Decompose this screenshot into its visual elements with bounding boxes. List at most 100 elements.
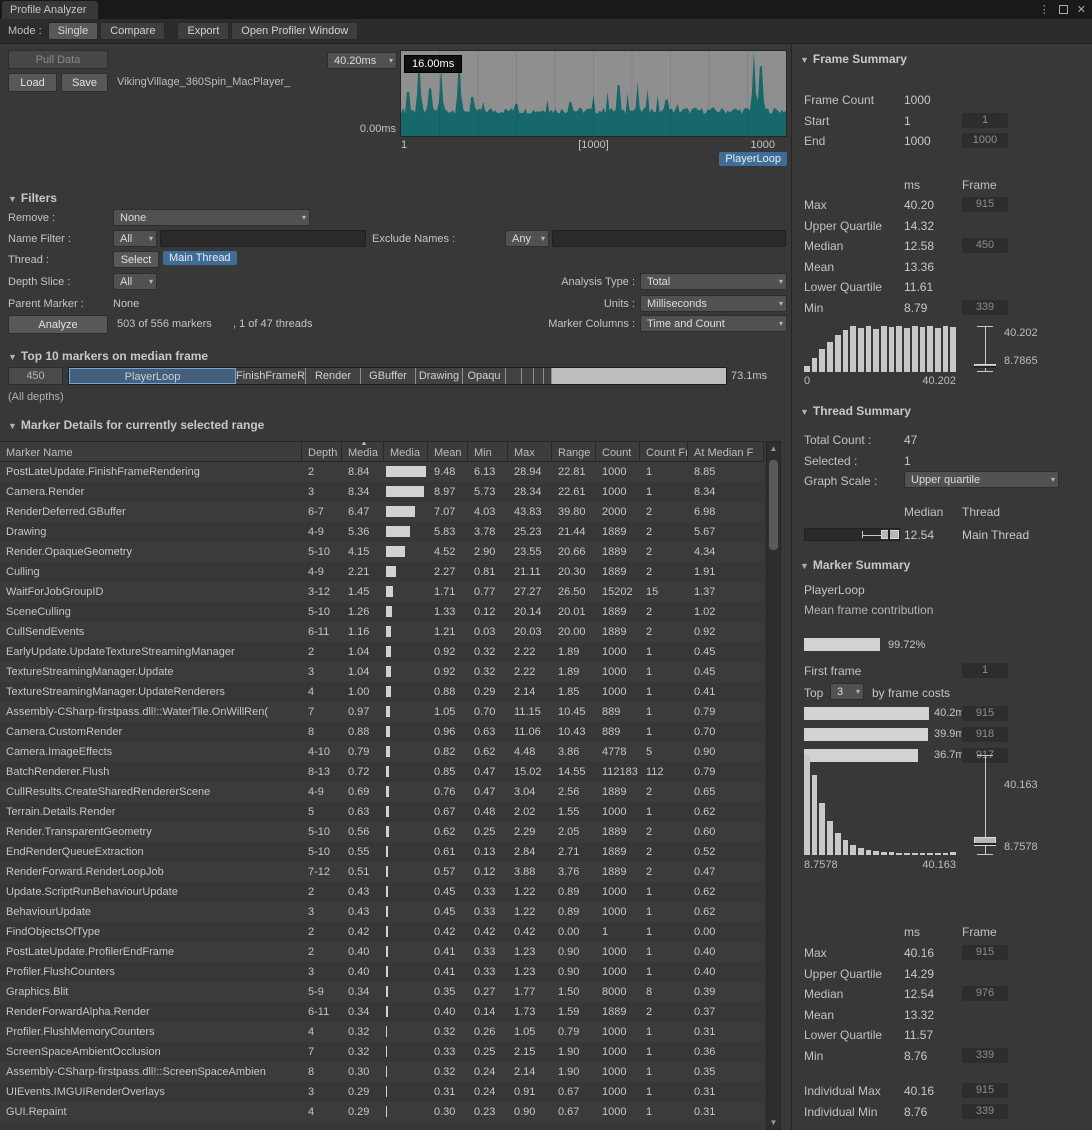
table-row[interactable]: CullSendEvents6-111.161.210.0320.0320.00… <box>0 622 764 642</box>
marker-summary-header[interactable]: ▼Marker Summary <box>800 558 910 572</box>
frame-link-button[interactable]: 1000 <box>962 133 1008 148</box>
table-row[interactable]: TextureStreamingManager.Update31.040.920… <box>0 662 764 682</box>
table-row[interactable]: Terrain.Details.Render50.630.670.482.021… <box>0 802 764 822</box>
top-marker-segment[interactable]: Drawing <box>416 368 463 384</box>
top-marker-segment[interactable]: FinishFrameR <box>236 368 306 384</box>
table-row[interactable]: BehaviourUpdate30.430.450.331.220.891000… <box>0 902 764 922</box>
mode-compare-button[interactable]: Compare <box>100 22 165 40</box>
frame-link-button[interactable]: 915 <box>962 1083 1008 1098</box>
table-row[interactable]: WaitForJobGroupID3-121.451.710.7727.2726… <box>0 582 764 602</box>
table-column-header[interactable]: Depth <box>302 442 342 461</box>
table-row[interactable]: Camera.CustomRender80.880.960.6311.0610.… <box>0 722 764 742</box>
thread-summary-header[interactable]: ▼Thread Summary <box>800 404 911 418</box>
load-button[interactable]: Load <box>8 73 57 92</box>
frame-summary-header[interactable]: ▼Frame Summary <box>800 52 907 66</box>
filters-header[interactable]: ▼Filters <box>8 191 57 205</box>
top-marker-segment[interactable] <box>544 368 552 384</box>
table-column-header[interactable]: Max <box>508 442 552 461</box>
thread-row[interactable]: 12.54 Main Thread <box>792 525 1092 545</box>
top-marker-segment[interactable] <box>506 368 522 384</box>
frame-link-button[interactable]: 918 <box>962 727 1008 742</box>
frame-link-button[interactable]: 915 <box>962 945 1008 960</box>
table-row[interactable]: Profiler.FlushMemoryCounters40.320.320.2… <box>0 1022 764 1042</box>
marker-columns-dropdown[interactable]: Time and Count <box>640 315 787 332</box>
table-row[interactable]: FindObjectsOfType20.420.420.420.420.0011… <box>0 922 764 942</box>
frame-link-button[interactable]: 339 <box>962 300 1008 315</box>
frame-link-button[interactable]: 339 <box>962 1104 1008 1119</box>
chart-scale-dropdown[interactable]: 40.20ms <box>327 52 397 69</box>
pull-data-button[interactable]: Pull Data <box>8 50 108 69</box>
open-profiler-window-button[interactable]: Open Profiler Window <box>231 22 358 40</box>
frame-link-button[interactable]: 1 <box>962 113 1008 128</box>
table-row[interactable]: Camera.Render38.348.975.7328.3422.611000… <box>0 482 764 502</box>
table-row[interactable]: Graphics.Blit5-90.340.350.271.771.508000… <box>0 982 764 1002</box>
exclude-names-input[interactable] <box>552 230 786 247</box>
export-button[interactable]: Export <box>177 22 229 40</box>
table-row[interactable]: BatchRenderer.Flush8-130.720.850.4715.02… <box>0 762 764 782</box>
units-dropdown[interactable]: Milliseconds <box>640 295 787 312</box>
table-scrollbar[interactable]: ▲ ▼ <box>766 441 781 1130</box>
frame-link-button[interactable]: 915 <box>962 706 1008 721</box>
table-row[interactable]: GUI.Repaint40.290.300.230.900.67100010.3… <box>0 1102 764 1122</box>
window-tab[interactable]: Profile Analyzer <box>2 1 98 19</box>
frame-link-button[interactable]: 976 <box>962 986 1008 1001</box>
kebab-menu-icon[interactable]: ⋮ <box>1039 3 1050 16</box>
table-column-header[interactable]: Count Fra <box>640 442 688 461</box>
table-row[interactable]: UIEvents.IMGUIRenderOverlays30.290.310.2… <box>0 1082 764 1102</box>
top-marker-segment[interactable]: Opaqu <box>463 368 506 384</box>
scroll-down-icon[interactable]: ▼ <box>767 1116 780 1129</box>
maximize-icon[interactable] <box>1059 5 1068 14</box>
thread-select-button[interactable]: Select <box>113 251 159 268</box>
top-marker-segment[interactable] <box>522 368 534 384</box>
table-row[interactable]: Update.ScriptRunBehaviourUpdate20.430.45… <box>0 882 764 902</box>
top-marker-segment[interactable]: Render <box>306 368 361 384</box>
table-column-header[interactable]: Mean <box>428 442 468 461</box>
table-column-header[interactable]: At Median F <box>688 442 764 461</box>
exclude-names-dropdown[interactable]: Any <box>505 230 549 247</box>
top-marker-segment[interactable]: PlayerLoop <box>69 368 236 384</box>
table-row[interactable]: SceneCulling5-101.261.330.1220.1420.0118… <box>0 602 764 622</box>
table-row[interactable]: Render.OpaqueGeometry5-104.154.522.9023.… <box>0 542 764 562</box>
save-button[interactable]: Save <box>61 73 108 92</box>
top-marker-segment[interactable] <box>534 368 544 384</box>
thread-value-chip[interactable]: Main Thread <box>163 251 237 265</box>
table-row[interactable]: PostLateUpdate.FinishFrameRendering28.84… <box>0 462 764 482</box>
table-row[interactable]: RenderForwardAlpha.Render6-110.340.400.1… <box>0 1002 764 1022</box>
table-row[interactable]: Profiler.FlushCounters30.400.410.331.230… <box>0 962 764 982</box>
remove-dropdown[interactable]: None <box>113 209 310 226</box>
table-column-header[interactable]: Marker Name <box>0 442 302 461</box>
median-frame-button[interactable]: 450 <box>8 367 63 385</box>
table-row[interactable]: EndRenderQueueExtraction5-100.550.610.13… <box>0 842 764 862</box>
table-row[interactable]: Drawing4-95.365.833.7825.2321.44188925.6… <box>0 522 764 542</box>
table-row[interactable]: CullResults.CreateSharedRendererScene4-9… <box>0 782 764 802</box>
top-marker-segment[interactable]: GBuffer <box>361 368 416 384</box>
name-filter-dropdown[interactable]: All <box>113 230 157 247</box>
table-row[interactable]: Culling4-92.212.270.8121.1120.30188921.9… <box>0 562 764 582</box>
top-n-dropdown[interactable]: 3 <box>830 683 864 700</box>
frame-link-button[interactable]: 450 <box>962 238 1008 253</box>
table-row[interactable]: Render.TransparentGeometry5-100.560.620.… <box>0 822 764 842</box>
analysis-type-dropdown[interactable]: Total <box>640 273 787 290</box>
table-row[interactable]: TextureStreamingManager.UpdateRenderers4… <box>0 682 764 702</box>
table-row[interactable]: ScreenSpaceAmbientOcclusion70.320.330.25… <box>0 1042 764 1062</box>
table-row[interactable]: EarlyUpdate.UpdateTextureStreamingManage… <box>0 642 764 662</box>
table-row[interactable]: Assembly-CSharp-firstpass.dll!::WaterTil… <box>0 702 764 722</box>
table-row[interactable]: RenderForward.RenderLoopJob7-120.510.570… <box>0 862 764 882</box>
table-column-header[interactable]: Media▲ <box>342 442 384 461</box>
frame-link-button[interactable]: 1 <box>962 663 1008 678</box>
table-row[interactable]: Camera.ImageEffects4-100.790.820.624.483… <box>0 742 764 762</box>
table-column-header[interactable]: Range <box>552 442 596 461</box>
name-filter-input[interactable] <box>160 230 366 247</box>
marker-details-header[interactable]: ▼Marker Details for currently selected r… <box>8 418 264 432</box>
frame-link-button[interactable]: 339 <box>962 1048 1008 1063</box>
top-markers-header[interactable]: ▼Top 10 markers on median frame <box>8 349 208 363</box>
table-column-header[interactable]: Media <box>384 442 428 461</box>
mode-single-button[interactable]: Single <box>48 22 99 40</box>
table-column-header[interactable]: Min <box>468 442 508 461</box>
graph-scale-dropdown[interactable]: Upper quartile <box>904 471 1059 488</box>
table-row[interactable]: RenderDeferred.GBuffer6-76.477.074.0343.… <box>0 502 764 522</box>
scroll-up-icon[interactable]: ▲ <box>767 442 780 455</box>
selected-marker-chip[interactable]: PlayerLoop <box>719 152 787 166</box>
frame-link-button[interactable]: 915 <box>962 197 1008 212</box>
table-column-header[interactable]: Count <box>596 442 640 461</box>
